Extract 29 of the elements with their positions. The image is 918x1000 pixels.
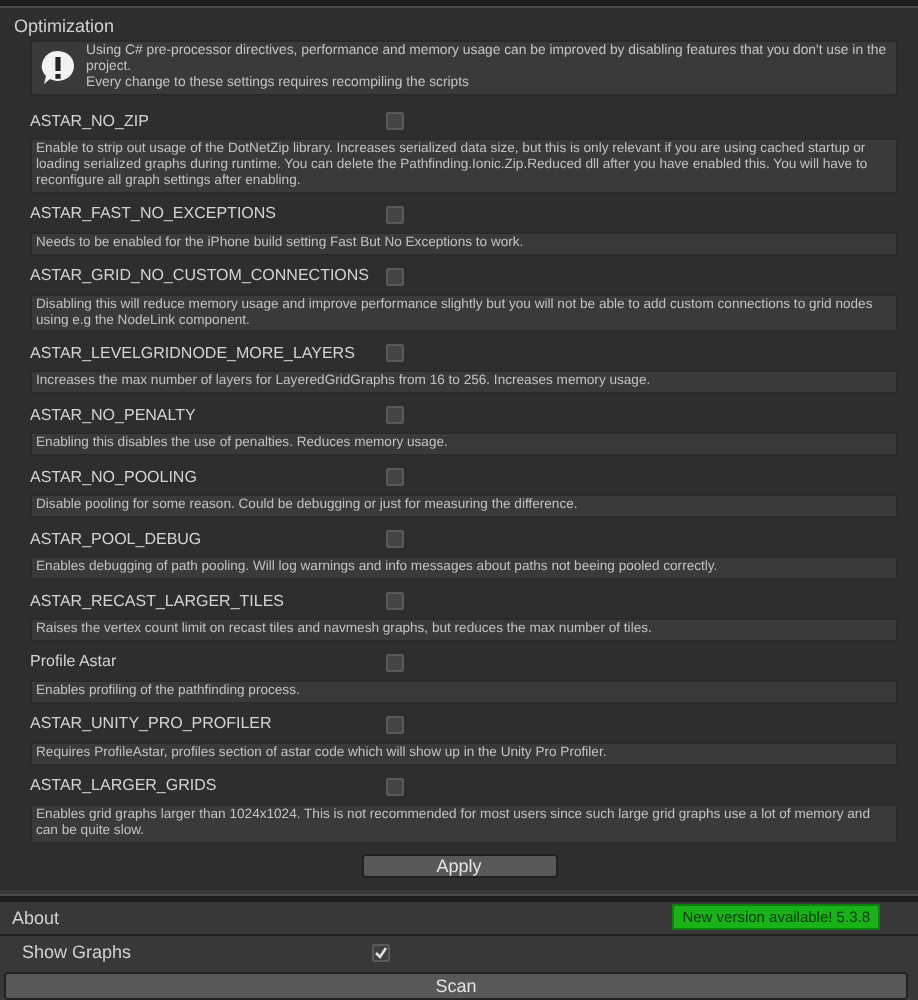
warning-icon — [38, 48, 78, 88]
define-checkbox[interactable] — [386, 406, 404, 425]
define-checkbox[interactable] — [386, 344, 404, 363]
section-title[interactable]: Optimization — [12, 12, 906, 40]
define-checkbox[interactable] — [386, 653, 404, 672]
define-label: ASTAR_FAST_NO_EXCEPTIONS — [30, 204, 278, 225]
define-label: ASTAR_NO_PENALTY — [30, 405, 198, 426]
define-label: ASTAR_UNITY_PRO_PROFILER — [30, 714, 274, 735]
define-checkbox[interactable] — [386, 777, 404, 796]
define-label: ASTAR_POOL_DEBUG — [30, 529, 204, 550]
define-label: ASTAR_GRID_NO_CUSTOM_CONNECTIONS — [30, 266, 372, 287]
define-checkbox[interactable] — [386, 468, 404, 487]
define-checkbox[interactable] — [386, 205, 404, 224]
section-title[interactable]: About — [12, 907, 60, 928]
define-checkbox[interactable] — [386, 267, 404, 286]
define-label: ASTAR_NO_POOLING — [30, 467, 199, 488]
apply-button[interactable]: Apply — [361, 853, 557, 878]
define-label: ASTAR_NO_ZIP — [30, 111, 151, 131]
define-label: ASTAR_LARGER_GRIDS — [30, 776, 219, 797]
define-label: ASTAR_LEVELGRIDNODE_MORE_LAYERS — [30, 343, 357, 364]
define-label: Profile Astar — [30, 652, 119, 673]
show-graphs-label: Show Graphs — [22, 942, 134, 963]
define-checkbox[interactable] — [386, 592, 404, 611]
scan-button[interactable]: Scan — [4, 971, 908, 1000]
define-checkbox[interactable] — [386, 715, 404, 734]
define-checkbox[interactable] — [386, 112, 404, 130]
show-graphs-checkbox[interactable] — [372, 943, 390, 962]
define-checkbox[interactable] — [386, 530, 404, 549]
define-label: ASTAR_RECAST_LARGER_TILES — [30, 591, 287, 612]
